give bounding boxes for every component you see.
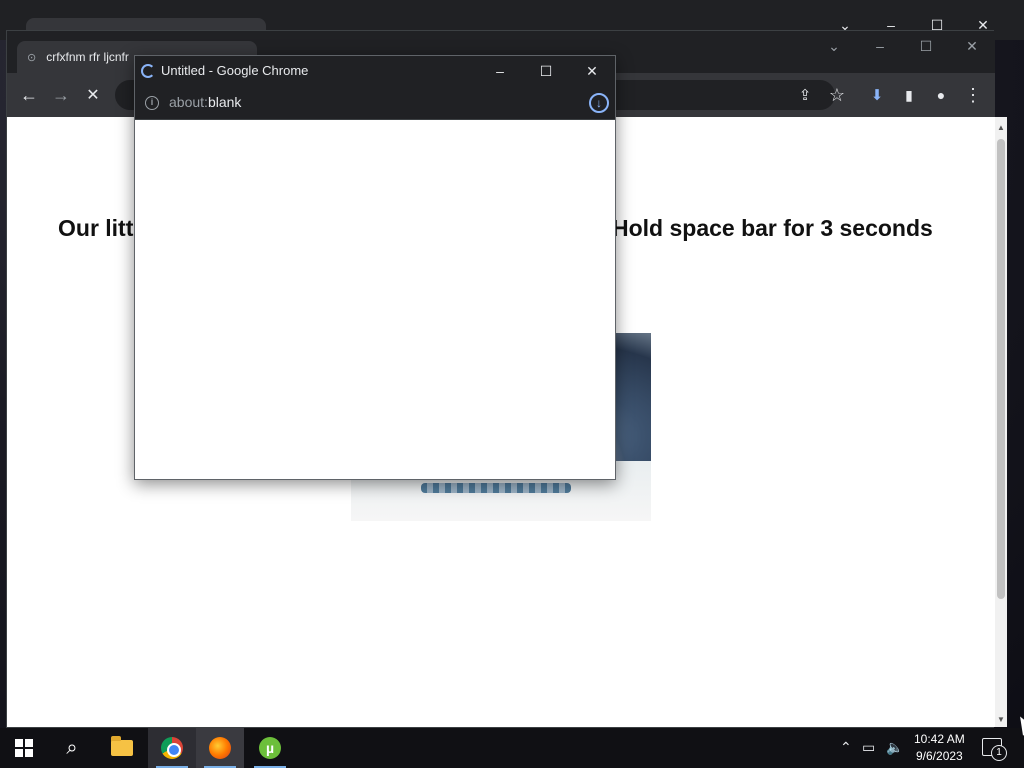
file-explorer-button[interactable] [98, 728, 146, 768]
page-scrollbar[interactable]: ▲ ▼ [995, 117, 1007, 727]
popup-minimize-button[interactable]: – [477, 56, 523, 86]
chrome-taskbar-button[interactable] [148, 728, 196, 768]
scroll-down-icon[interactable]: ▼ [997, 715, 1005, 724]
clock-date[interactable]: 9/6/2023 [916, 749, 963, 763]
back-icon[interactable]: ← [15, 81, 43, 109]
popup-blank-content [135, 120, 615, 479]
url-scheme: about: [169, 94, 208, 110]
side-panel-icon[interactable]: ▮ [895, 81, 923, 109]
folder-icon [111, 736, 133, 756]
windows-taskbar: ⌕ µ ⌃ ▭ 🔈 10:42 AM 9/6/2023 1 [0, 728, 1024, 768]
utorrent-taskbar-button[interactable]: µ [246, 728, 294, 768]
download-icon[interactable]: ⬇ [863, 81, 891, 109]
profile-icon[interactable]: ● [927, 81, 955, 109]
popup-maximize-button[interactable]: ☐ [523, 56, 569, 86]
network-icon[interactable]: ▭ [862, 739, 875, 756]
photo-pattern [421, 483, 571, 493]
windows-logo-icon [15, 739, 33, 757]
notification-count-badge: 1 [991, 745, 1007, 761]
bookmark-star-icon[interactable]: ☆ [823, 81, 851, 109]
stop-loading-icon[interactable]: ✕ [79, 81, 107, 109]
chrome-icon [161, 737, 183, 759]
share-icon[interactable]: ⇪ [791, 81, 819, 109]
loading-favicon-icon: ⊙ [27, 51, 37, 64]
site-info-icon[interactable]: i [145, 96, 159, 110]
popup-address-bar[interactable]: i about:blank ↓ [135, 86, 615, 120]
forward-icon[interactable]: → [47, 81, 75, 109]
heading-right-text: Hold space bar for 3 seconds [612, 215, 933, 241]
search-icon[interactable]: ⌕ [48, 728, 96, 768]
volume-muted-icon[interactable]: 🔈 [886, 739, 903, 756]
heading-left-text: Our litt [58, 215, 134, 241]
window-close-button[interactable]: ✕ [949, 31, 995, 61]
popup-title: Untitled - Google Chrome [161, 63, 309, 78]
clock-time[interactable]: 10:42 AM [914, 732, 965, 746]
download-icon[interactable]: ↓ [589, 93, 609, 113]
window-maximize-button[interactable]: ☐ [903, 31, 949, 61]
show-hidden-icons-chevron-icon[interactable]: ⌃ [840, 739, 852, 756]
tab-search-icon[interactable]: ⌄ [811, 31, 857, 61]
loading-spinner-icon [141, 64, 155, 78]
popup-titlebar[interactable]: Untitled - Google Chrome – ☐ ✕ [135, 56, 615, 86]
firefox-taskbar-button[interactable] [196, 728, 244, 768]
firefox-icon [209, 737, 231, 759]
popup-close-button[interactable]: ✕ [569, 56, 615, 86]
window-minimize-button[interactable]: – [857, 31, 903, 61]
scroll-thumb[interactable] [997, 139, 1005, 599]
popup-url[interactable]: about:blank [169, 94, 241, 110]
utorrent-icon: µ [259, 737, 281, 759]
start-button[interactable] [0, 728, 48, 768]
scroll-up-icon[interactable]: ▲ [997, 123, 1005, 132]
menu-kebab-icon[interactable]: ⋮ [959, 81, 987, 109]
tab-label: crfxfnm rfr ljcnfr [46, 50, 129, 64]
popup-window: Untitled - Google Chrome – ☐ ✕ i about:b… [134, 55, 616, 480]
url-host: blank [207, 94, 242, 110]
